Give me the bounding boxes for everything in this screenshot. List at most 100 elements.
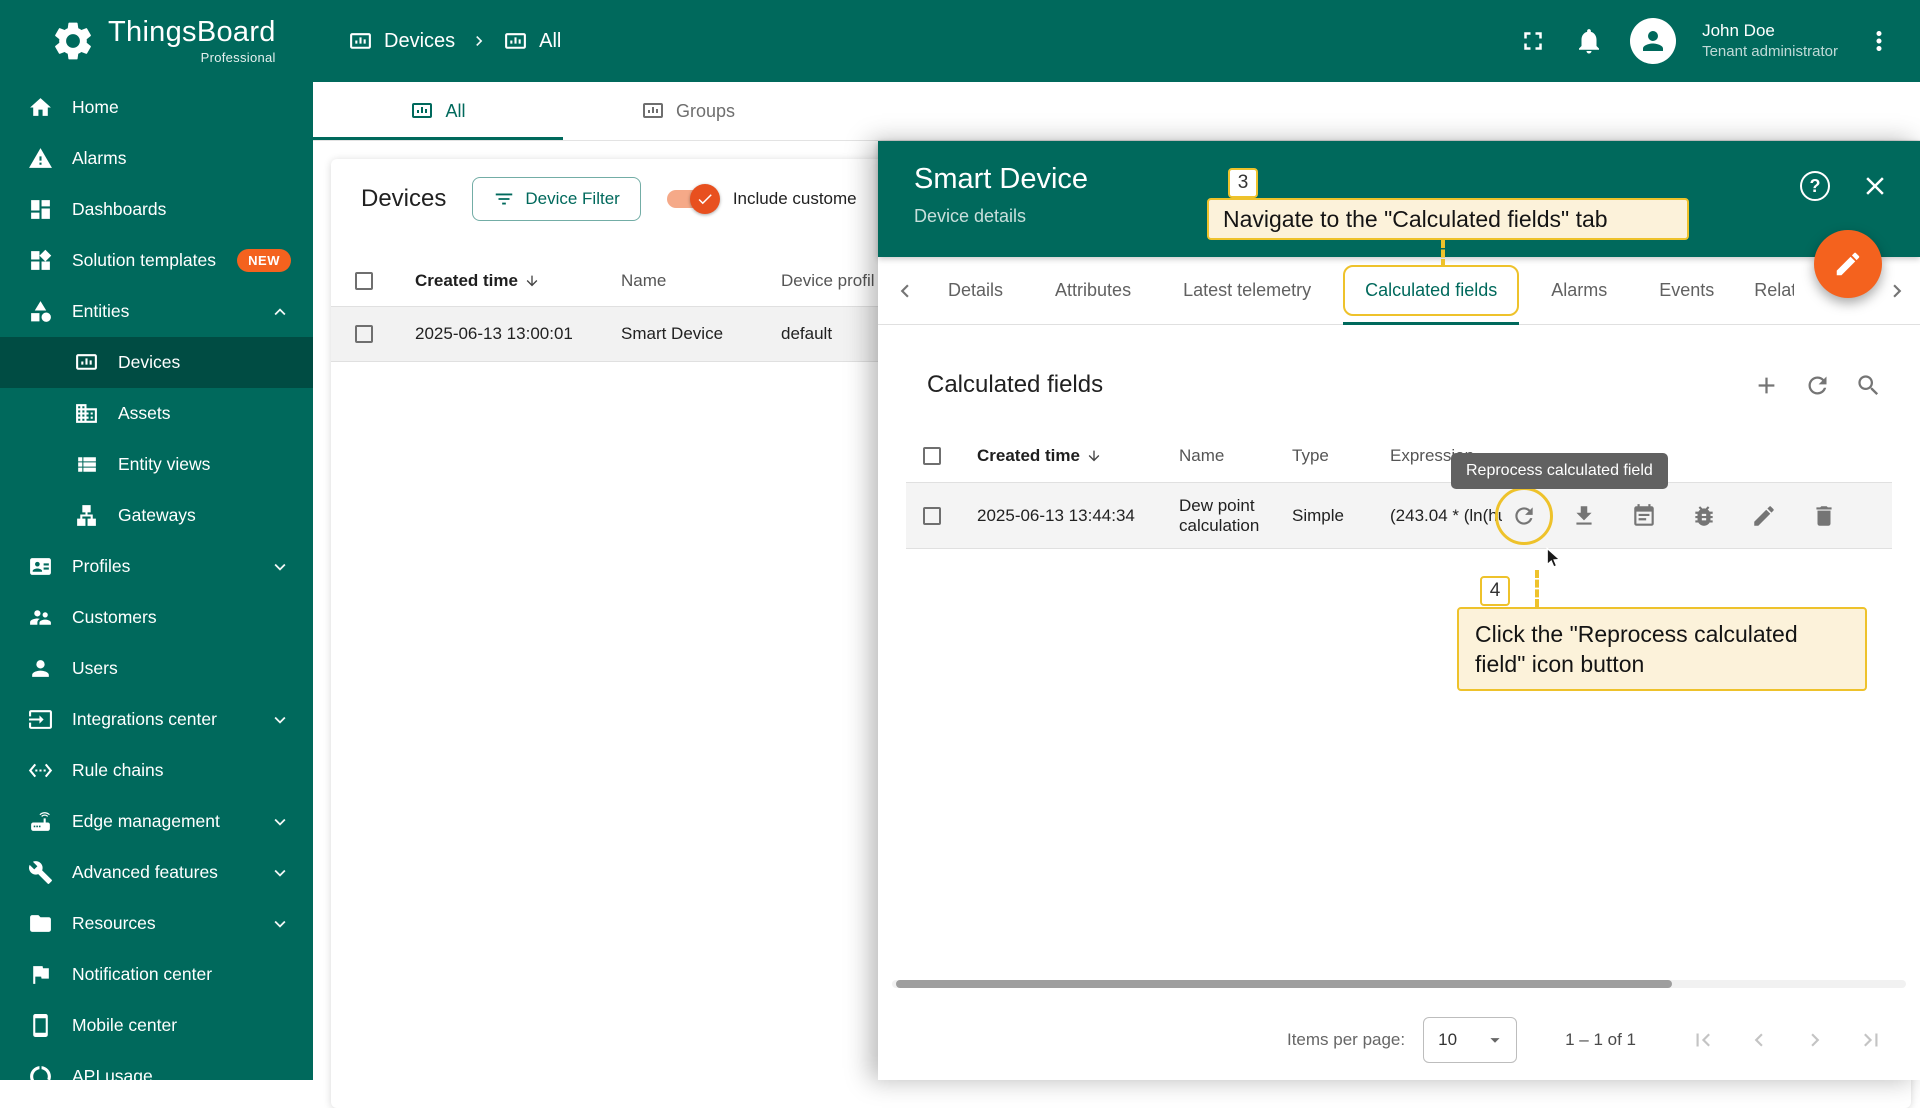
- calculated-field-row[interactable]: 2025-06-13 13:44:34 Dew point calculatio…: [906, 483, 1892, 549]
- breadcrumb-label: Devices: [384, 29, 456, 52]
- chevron-left-icon: [892, 278, 918, 304]
- next-page-button[interactable]: [1792, 1017, 1838, 1063]
- row-checkbox[interactable]: [923, 506, 941, 525]
- debug-events-button[interactable]: [1622, 494, 1666, 538]
- column-created-time[interactable]: Created time: [415, 271, 621, 291]
- debug-events-icon: [1631, 503, 1657, 529]
- devices-icon: [410, 99, 434, 123]
- sidebar-item-alarms[interactable]: Alarms: [0, 133, 313, 184]
- drawer-title: Smart Device: [914, 163, 1089, 195]
- tab-events[interactable]: Events: [1633, 257, 1740, 325]
- app-edition: Professional: [200, 49, 276, 65]
- last-page-button[interactable]: [1848, 1017, 1894, 1063]
- tab-all[interactable]: All: [313, 82, 563, 140]
- column-name[interactable]: Name: [621, 271, 781, 291]
- chevron-right-icon: [1802, 1027, 1828, 1053]
- debug-mode-button[interactable]: [1682, 494, 1726, 538]
- sidebar-item-gateways[interactable]: Gateways: [0, 490, 313, 541]
- tabs-scroll-right-button[interactable]: [1880, 274, 1914, 308]
- sidebar-item-notification-center[interactable]: Notification center: [0, 949, 313, 1000]
- app-logo[interactable]: ThingsBoard Professional: [0, 17, 300, 65]
- sidebar-item-edge-management[interactable]: Edge management: [0, 796, 313, 847]
- sidebar-item-entity-views[interactable]: Entity views: [0, 439, 313, 490]
- items-per-page-value: 10: [1438, 1030, 1458, 1049]
- tab-relations[interactable]: Relations: [1740, 257, 1794, 325]
- sidebar-item-devices[interactable]: Devices: [0, 337, 313, 388]
- calculated-fields-toolbar: Calculated fields: [906, 359, 1892, 411]
- tab-groups[interactable]: Groups: [563, 82, 813, 140]
- select-all-checkbox[interactable]: [923, 446, 941, 465]
- notifications-button[interactable]: [1574, 26, 1604, 56]
- column-created-time[interactable]: Created time: [977, 446, 1179, 466]
- sidebar-item-users[interactable]: Users: [0, 643, 313, 694]
- debug-mode-icon: [1691, 503, 1717, 529]
- export-calculated-field-button[interactable]: [1562, 494, 1606, 538]
- scrollbar-thumb[interactable]: [896, 980, 1672, 988]
- items-per-page-select[interactable]: 10: [1423, 1017, 1518, 1063]
- header-menu-button[interactable]: [1864, 26, 1894, 56]
- sidebar-item-advanced-features[interactable]: Advanced features: [0, 847, 313, 898]
- sidebar-item-solution-templates[interactable]: Solution templates NEW: [0, 235, 313, 286]
- sidebar-item-home[interactable]: Home: [0, 82, 313, 133]
- column-name[interactable]: Name: [1179, 446, 1292, 466]
- cell-name: Smart Device: [621, 324, 724, 343]
- edit-calculated-field-button[interactable]: [1742, 494, 1786, 538]
- sidebar-item-label: Entities: [72, 301, 130, 321]
- user-role: Tenant administrator: [1702, 43, 1838, 61]
- include-customers-toggle[interactable]: [666, 184, 720, 214]
- entity-views-icon: [74, 452, 99, 477]
- reprocess-calculated-field-button[interactable]: [1495, 486, 1553, 545]
- device-filter-label: Device Filter: [525, 189, 620, 208]
- breadcrumb-separator-icon: [469, 31, 489, 51]
- page-range-label: 1 – 1 of 1: [1565, 1030, 1636, 1049]
- add-calculated-field-button[interactable]: [1753, 372, 1780, 399]
- search-button[interactable]: [1855, 372, 1882, 399]
- solution-templates-icon: [28, 248, 53, 273]
- refresh-button[interactable]: [1804, 372, 1831, 399]
- sidebar-item-dashboards[interactable]: Dashboards: [0, 184, 313, 235]
- sidebar-item-customers[interactable]: Customers: [0, 592, 313, 643]
- header-actions: John Doe Tenant administrator: [1518, 18, 1920, 64]
- tutorial-step-3-badge: 3: [1228, 168, 1258, 198]
- edit-device-fab[interactable]: [1814, 230, 1882, 298]
- sidebar-item-integrations-center[interactable]: Integrations center: [0, 694, 313, 745]
- sidebar-item-label: Mobile center: [72, 1015, 178, 1035]
- row-checkbox[interactable]: [355, 325, 373, 343]
- delete-calculated-field-button[interactable]: [1802, 494, 1846, 538]
- tab-calculated-fields[interactable]: Calculated fields: [1337, 257, 1525, 325]
- tab-details[interactable]: Details: [922, 257, 1029, 325]
- entities-icon: [28, 299, 53, 324]
- sidebar-item-label: Profiles: [72, 556, 131, 576]
- fullscreen-button[interactable]: [1518, 26, 1548, 56]
- sidebar-item-api-usage[interactable]: API usage: [0, 1051, 313, 1080]
- device-filter-button[interactable]: Device Filter: [472, 177, 641, 221]
- previous-page-button[interactable]: [1736, 1017, 1782, 1063]
- first-page-button[interactable]: [1680, 1017, 1726, 1063]
- sidebar-item-profiles[interactable]: Profiles: [0, 541, 313, 592]
- help-button[interactable]: ?: [1800, 171, 1830, 201]
- cell-created-time: 2025-06-13 13:44:34: [977, 505, 1135, 525]
- sidebar-item-assets[interactable]: Assets: [0, 388, 313, 439]
- sidebar-item-mobile-center[interactable]: Mobile center: [0, 1000, 313, 1051]
- sidebar-item-resources[interactable]: Resources: [0, 898, 313, 949]
- tab-label: Alarms: [1551, 280, 1608, 300]
- column-type[interactable]: Type: [1292, 446, 1390, 466]
- sidebar-item-entities[interactable]: Entities: [0, 286, 313, 337]
- sidebar-item-rule-chains[interactable]: Rule chains: [0, 745, 313, 796]
- tab-alarms[interactable]: Alarms: [1525, 257, 1633, 325]
- tab-label: Events: [1659, 280, 1715, 300]
- devices-icon: [641, 99, 665, 123]
- breadcrumb-all[interactable]: All: [503, 29, 561, 54]
- tab-label: Details: [948, 280, 1004, 300]
- tab-attributes[interactable]: Attributes: [1029, 257, 1157, 325]
- tab-latest-telemetry[interactable]: Latest telemetry: [1157, 257, 1337, 325]
- chevron-down-icon: [269, 913, 291, 935]
- user-avatar[interactable]: [1630, 18, 1677, 64]
- breadcrumb-devices[interactable]: Devices: [348, 29, 455, 54]
- alarms-icon: [28, 146, 53, 171]
- select-all-checkbox[interactable]: [355, 271, 373, 290]
- sidebar-item-label: Edge management: [72, 811, 220, 831]
- sort-desc-icon: [1086, 448, 1102, 464]
- tabs-scroll-left-button[interactable]: [888, 274, 922, 308]
- close-drawer-button[interactable]: [1860, 171, 1890, 201]
